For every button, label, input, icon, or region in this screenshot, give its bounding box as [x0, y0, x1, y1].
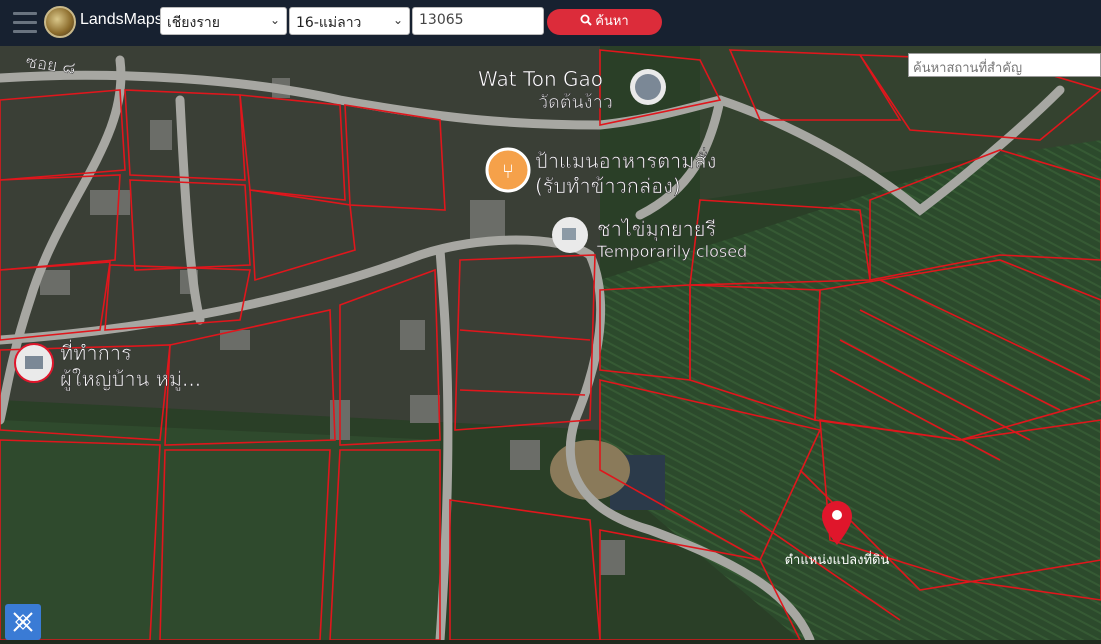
- temple-name-en: Wat Ton Gao: [478, 67, 603, 91]
- fork-knife-icon: ⑂: [502, 159, 514, 183]
- temple-icon-inner: [635, 74, 661, 100]
- district-select-value: 16-แม่ลาว: [296, 15, 362, 31]
- menu-icon[interactable]: [13, 12, 37, 34]
- bare-ground: [550, 440, 630, 500]
- cafe-name: ชาไข่มุกยายรี: [597, 217, 716, 242]
- coffee-cup-icon: [562, 228, 576, 240]
- place-search-input[interactable]: ค้นหาสถานที่สำคัญ: [908, 53, 1101, 77]
- ruler-icon: [13, 612, 33, 632]
- measure-tool-button[interactable]: [5, 604, 41, 640]
- office-name-2: ผู้ใหญ่บ้าน หมู่...: [60, 367, 201, 392]
- map-pin-dot: [832, 510, 842, 520]
- temple-name-th: วัดต้นง้าว: [538, 92, 613, 113]
- map-canvas[interactable]: Wat Ton Gao วัดต้นง้าว ⑂ ป้าแมนอาหารตามส…: [0, 46, 1101, 640]
- brand-name: LandsMaps: [80, 11, 163, 28]
- restaurant-subtitle: (รับทำข้าวกล่อง): [535, 174, 681, 198]
- province-select[interactable]: เชียงราย ⌄: [160, 7, 287, 35]
- office-name: ที่ทำการ: [60, 339, 132, 365]
- restaurant-name: ป้าแมนอาหารตามสั่ง: [535, 147, 716, 173]
- search-button-label: ค้นหา: [595, 14, 629, 29]
- cafe-status: Temporarily closed: [596, 242, 747, 261]
- parcel-number-input[interactable]: 13065: [412, 7, 544, 35]
- chevron-down-icon: ⌄: [269, 13, 280, 27]
- top-bar: LandsMaps เชียงราย ⌄ 16-แม่ลาว ⌄ 13065 ค…: [0, 0, 1101, 46]
- search-icon: [580, 14, 592, 26]
- landsmaps-logo: [44, 6, 76, 38]
- search-button[interactable]: ค้นหา: [547, 9, 662, 35]
- chevron-down-icon: ⌄: [392, 13, 403, 27]
- parcel-marker-label: ตำแหน่งแปลงที่ดิน: [785, 551, 890, 568]
- farmland: [0, 420, 440, 640]
- district-select[interactable]: 16-แม่ลาว ⌄: [289, 7, 410, 35]
- government-building-icon-inner: [25, 356, 43, 369]
- parcel-number-value: 13065: [419, 12, 464, 28]
- province-select-value: เชียงราย: [167, 15, 220, 31]
